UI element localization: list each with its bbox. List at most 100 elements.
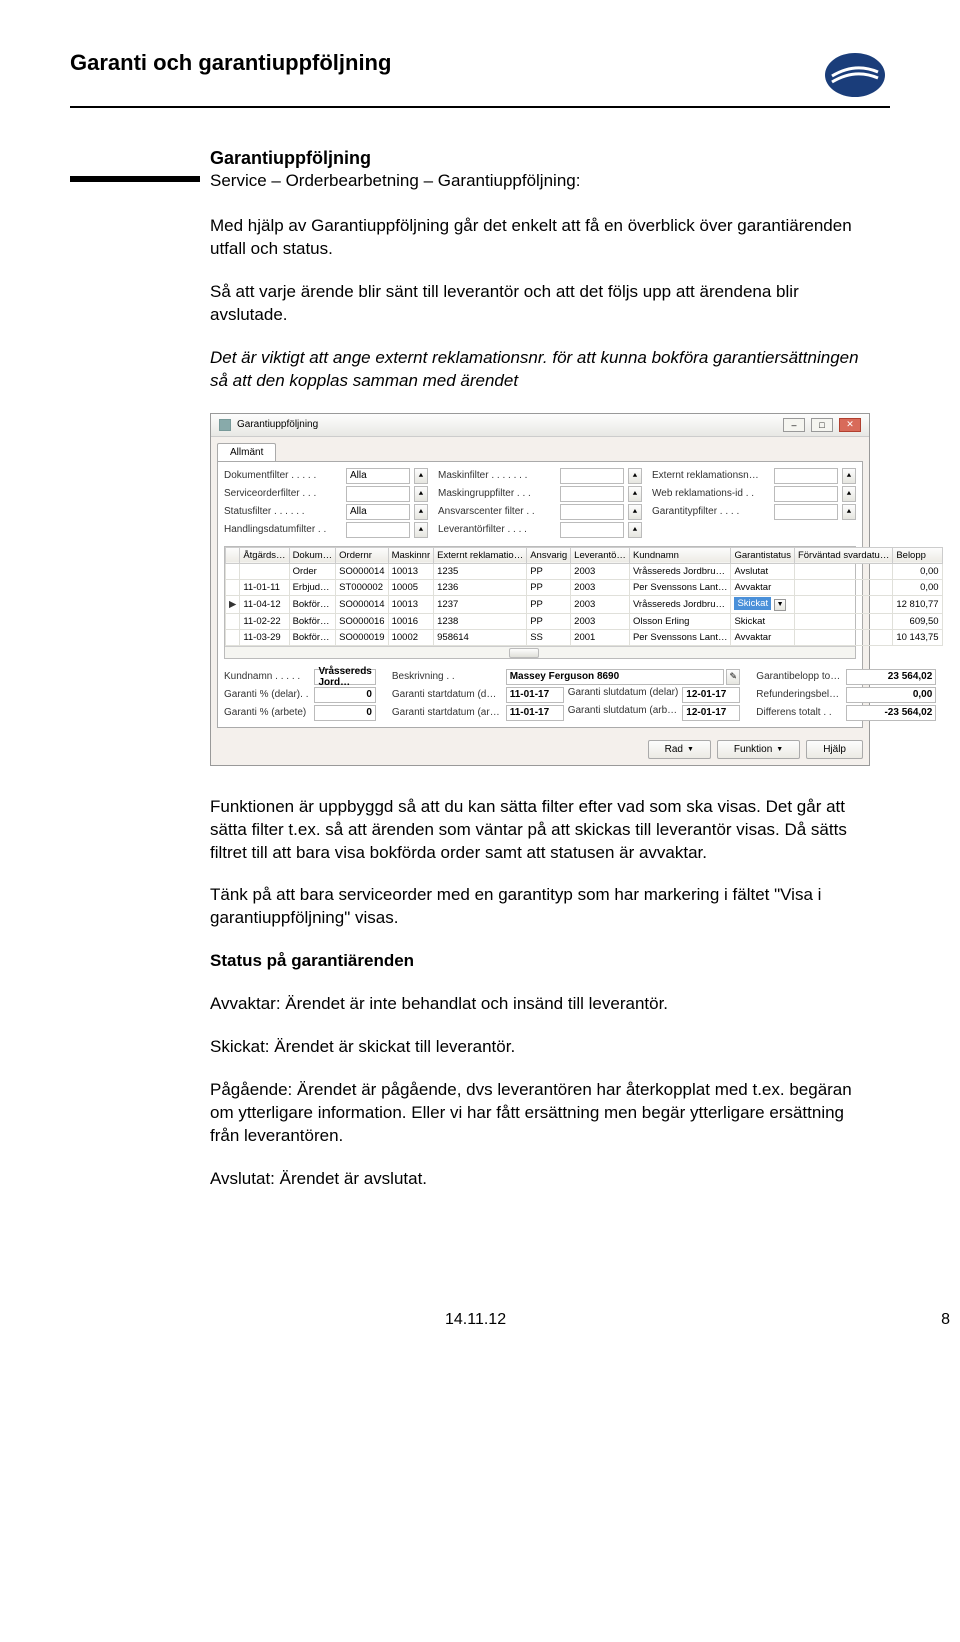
cell[interactable]: PP	[527, 595, 571, 613]
cell[interactable]: Per Svenssons Lant…	[629, 579, 731, 595]
rad-button[interactable]: Rad▼	[648, 740, 711, 759]
field-garantibelopp[interactable]: 23 564,02	[846, 669, 936, 685]
cell[interactable]: Avslutat	[731, 563, 795, 579]
cell[interactable]: SS	[527, 629, 571, 645]
cell[interactable]: Olsson Erling	[629, 613, 731, 629]
field-kundnamn[interactable]: Vråssereds Jord…	[314, 669, 375, 685]
dropdown-icon[interactable]: ▼	[774, 599, 786, 611]
cell[interactable]	[226, 579, 240, 595]
cell[interactable]: 11-02-22	[240, 613, 289, 629]
filter-input[interactable]	[560, 468, 624, 484]
cell[interactable]	[794, 579, 892, 595]
lookup-icon[interactable]: ⯅	[414, 468, 428, 484]
cell[interactable]: SO000014	[336, 563, 388, 579]
filter-input[interactable]	[346, 486, 410, 502]
cell[interactable]: ST000002	[336, 579, 388, 595]
field-slutdatum-delar[interactable]: 12-01-17	[682, 687, 740, 703]
column-header[interactable]: Maskinnr	[388, 547, 434, 563]
cell[interactable]: Bokför…	[289, 595, 336, 613]
cell[interactable]: 10 143,75	[893, 629, 942, 645]
table-row[interactable]: 11-03-29Bokför…SO00001910002958614SS2001…	[226, 629, 943, 645]
cell[interactable]: SO000014	[336, 595, 388, 613]
table-row[interactable]: 11-01-11Erbjud…ST000002100051236PP2003Pe…	[226, 579, 943, 595]
cell[interactable]: PP	[527, 579, 571, 595]
column-header[interactable]: Åtgärds…	[240, 547, 289, 563]
cell[interactable]: 1238	[434, 613, 527, 629]
field-refundering[interactable]: 0,00	[846, 687, 936, 703]
cell[interactable]: Bokför…	[289, 629, 336, 645]
filter-input[interactable]: Alla	[346, 468, 410, 484]
column-header[interactable]: Garantistatus	[731, 547, 795, 563]
filter-input[interactable]: Alla	[346, 504, 410, 520]
lookup-icon[interactable]: ⯅	[628, 468, 642, 484]
cell[interactable]: Erbjud…	[289, 579, 336, 595]
cell[interactable]: 10005	[388, 579, 434, 595]
lookup-icon[interactable]: ⯅	[628, 504, 642, 520]
cell[interactable]: 1236	[434, 579, 527, 595]
table-row[interactable]: ▶11-04-12Bokför…SO000014100131237PP2003V…	[226, 595, 943, 613]
cell[interactable]: Vråssereds Jordbru…	[629, 563, 731, 579]
cell[interactable]: 10013	[388, 563, 434, 579]
cell[interactable]	[240, 563, 289, 579]
column-header[interactable]: Dokum…	[289, 547, 336, 563]
column-header[interactable]	[226, 547, 240, 563]
column-header[interactable]: Förväntad svardatu…	[794, 547, 892, 563]
filter-input[interactable]	[346, 522, 410, 538]
cell[interactable]: 2003	[571, 595, 630, 613]
close-button[interactable]: ✕	[839, 418, 861, 432]
cell[interactable]: Vråssereds Jordbru…	[629, 595, 731, 613]
lookup-icon[interactable]: ⯅	[414, 522, 428, 538]
horizontal-scrollbar[interactable]	[225, 646, 855, 658]
cell[interactable]: SO000016	[336, 613, 388, 629]
table-row[interactable]: 11-02-22Bokför…SO000016100161238PP2003Ol…	[226, 613, 943, 629]
data-grid[interactable]: Åtgärds…Dokum…OrdernrMaskinnrExternt rek…	[224, 546, 856, 659]
cell[interactable]: 1237	[434, 595, 527, 613]
lookup-icon[interactable]: ⯅	[628, 486, 642, 502]
cell[interactable]: PP	[527, 563, 571, 579]
cell[interactable]	[794, 613, 892, 629]
cell[interactable]: Order	[289, 563, 336, 579]
cell[interactable]: PP	[527, 613, 571, 629]
filter-input[interactable]	[560, 522, 624, 538]
cell[interactable]	[226, 563, 240, 579]
maximize-button[interactable]: □	[811, 418, 833, 432]
cell[interactable]: Skickat	[731, 613, 795, 629]
lookup-icon[interactable]: ⯅	[414, 504, 428, 520]
cell[interactable]	[794, 595, 892, 613]
column-header[interactable]: Externt reklamatio…	[434, 547, 527, 563]
cell[interactable]: 10002	[388, 629, 434, 645]
field-beskrivning[interactable]: Massey Ferguson 8690	[506, 669, 725, 685]
cell[interactable]: 11-04-12	[240, 595, 289, 613]
edit-icon[interactable]: ✎	[726, 669, 740, 685]
funktion-button[interactable]: Funktion▼	[717, 740, 800, 759]
cell[interactable]: 0,00	[893, 579, 942, 595]
hjalp-button[interactable]: Hjälp	[806, 740, 863, 759]
cell[interactable]: Skickat▼	[731, 595, 795, 613]
cell[interactable]: ▶	[226, 595, 240, 613]
lookup-icon[interactable]: ⯅	[842, 468, 856, 484]
filter-input[interactable]	[560, 486, 624, 502]
field-startdatum-delar[interactable]: 11-01-17	[506, 687, 564, 703]
cell[interactable]	[226, 629, 240, 645]
minimize-button[interactable]: –	[783, 418, 805, 432]
lookup-icon[interactable]: ⯅	[842, 504, 856, 520]
field-differens[interactable]: -23 564,02	[846, 705, 936, 721]
field-garanti-procent-delar[interactable]: 0	[314, 687, 375, 703]
field-slutdatum-arbete[interactable]: 12-01-17	[682, 705, 740, 721]
cell[interactable]: 609,50	[893, 613, 942, 629]
filter-input[interactable]	[560, 504, 624, 520]
cell[interactable]: 2003	[571, 613, 630, 629]
filter-input[interactable]	[774, 468, 838, 484]
lookup-icon[interactable]: ⯅	[628, 522, 642, 538]
cell[interactable]: 1235	[434, 563, 527, 579]
field-garanti-procent-arbete[interactable]: 0	[314, 705, 375, 721]
lookup-icon[interactable]: ⯅	[842, 486, 856, 502]
cell[interactable]	[226, 613, 240, 629]
cell[interactable]	[794, 563, 892, 579]
filter-input[interactable]	[774, 486, 838, 502]
tab-allmant[interactable]: Allmänt	[217, 443, 276, 461]
field-startdatum-arbete[interactable]: 11-01-17	[506, 705, 564, 721]
cell[interactable]: 2001	[571, 629, 630, 645]
cell[interactable]: SO000019	[336, 629, 388, 645]
cell[interactable]: Avvaktar	[731, 579, 795, 595]
